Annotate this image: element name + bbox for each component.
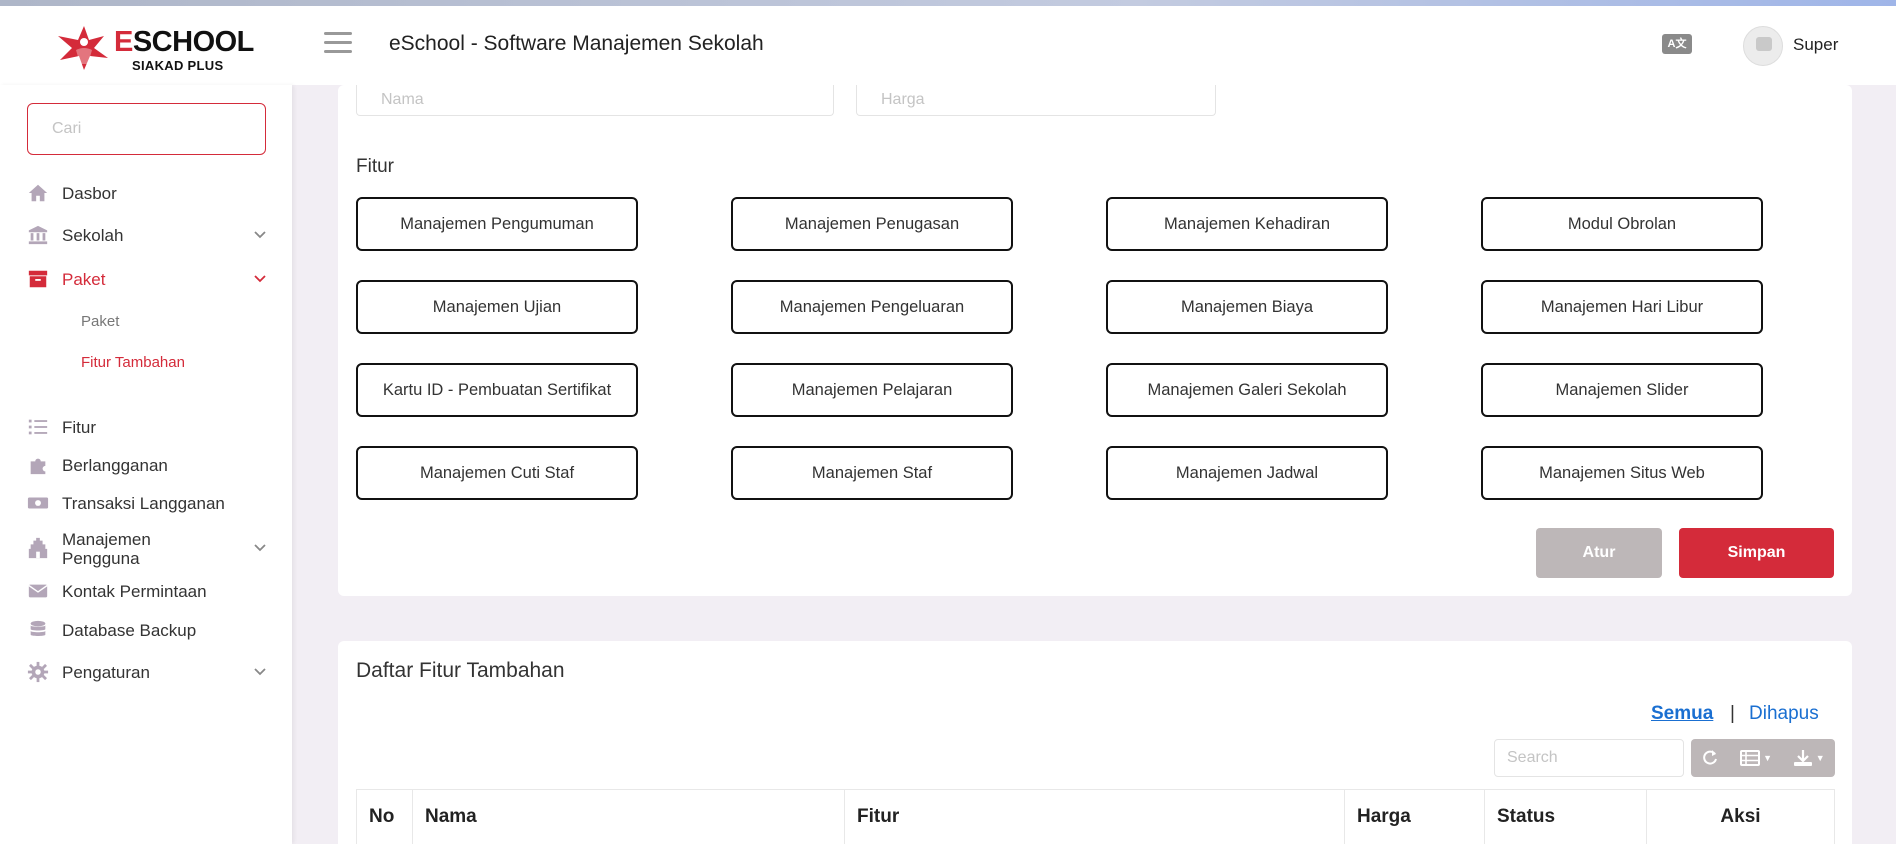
language-icon[interactable]: A文 [1662, 34, 1692, 54]
filter-separator: | [1730, 703, 1735, 724]
sidebar-item-berlangganan[interactable]: Berlangganan [27, 451, 267, 479]
brand-subtitle: SIAKAD PLUS [132, 58, 224, 73]
sidebar: Dasbor Sekolah Paket Paket Fitur Tambaha… [0, 85, 292, 844]
envelope-icon [28, 584, 48, 598]
table-search-input[interactable] [1494, 739, 1684, 777]
chevron-down-icon [254, 275, 266, 283]
download-icon [1793, 750, 1812, 766]
feature-toggle-jadwal[interactable]: Manajemen Jadwal [1106, 446, 1388, 500]
gear-icon [27, 661, 49, 683]
feature-list-card: Daftar Fitur Tambahan Semua | Dihapus ▼ … [338, 641, 1852, 844]
table-columns-icon [1740, 750, 1761, 766]
price-input[interactable] [856, 85, 1216, 116]
features-label: Fitur [356, 156, 394, 177]
export-button[interactable]: ▼ [1793, 749, 1825, 767]
save-button[interactable]: Simpan [1679, 528, 1834, 578]
app-title: eSchool - Software Manajemen Sekolah [389, 32, 764, 55]
table-header: No Nama Fitur Harga Status Aksi [356, 789, 1835, 844]
sidebar-item-label: Fitur [62, 418, 96, 437]
sidebar-subitem-fitur-tambahan[interactable]: Fitur Tambahan [81, 354, 185, 371]
feature-toggle-kartu-id[interactable]: Kartu ID - Pembuatan Sertifikat [356, 363, 638, 417]
column-header-nama[interactable]: Nama [413, 790, 845, 844]
column-header-harga[interactable]: Harga [1345, 790, 1485, 844]
logo-star-icon [58, 26, 108, 70]
columns-toggle-button[interactable]: ▼ [1740, 750, 1772, 766]
avatar[interactable] [1743, 26, 1783, 66]
database-icon [30, 620, 46, 636]
feature-toggle-biaya[interactable]: Manajemen Biaya [1106, 280, 1388, 334]
feature-toggle-penugasan[interactable]: Manajemen Penugasan [731, 197, 1013, 251]
list-title: Daftar Fitur Tambahan [356, 659, 565, 682]
feature-toggle-cuti-staf[interactable]: Manajemen Cuti Staf [356, 446, 638, 500]
feature-toggle-situs-web[interactable]: Manajemen Situs Web [1481, 446, 1763, 500]
archive-icon [28, 270, 48, 288]
sidebar-item-pengaturan[interactable]: Pengaturan [27, 658, 267, 686]
sidebar-item-label: Paket [62, 270, 106, 289]
sidebar-item-label: Manajemen Pengguna [62, 530, 151, 568]
sidebar-item-label: Database Backup [62, 621, 197, 640]
sidebar-item-manajemen-pengguna[interactable]: Manajemen Pengguna [27, 530, 267, 568]
home-icon [28, 184, 48, 202]
brand-rest: SCHOOL [132, 26, 255, 58]
sidebar-item-database-backup[interactable]: Database Backup [27, 616, 267, 644]
feature-toggle-kehadiran[interactable]: Manajemen Kehadiran [1106, 197, 1388, 251]
brand-logo[interactable]: ESCHOOL SIAKAD PLUS [54, 24, 254, 74]
sidebar-item-label: Kontak Permintaan [62, 582, 207, 601]
column-header-aksi[interactable]: Aksi [1647, 790, 1834, 844]
user-name[interactable]: Super [1793, 35, 1838, 55]
sidebar-item-label: Dasbor [62, 184, 117, 203]
feature-toggle-hari-libur[interactable]: Manajemen Hari Libur [1481, 280, 1763, 334]
feature-toggle-obrolan[interactable]: Modul Obrolan [1481, 197, 1763, 251]
sidebar-item-sekolah[interactable]: Sekolah [27, 221, 267, 249]
feature-toggle-slider[interactable]: Manajemen Slider [1481, 363, 1763, 417]
sidebar-item-dasbor[interactable]: Dasbor [27, 179, 267, 207]
money-icon [27, 497, 49, 509]
refresh-button[interactable] [1701, 749, 1719, 767]
sidebar-item-label: Transaksi Langganan [62, 494, 225, 513]
gopuram-icon [28, 537, 48, 559]
brand-name: ESCHOOL [114, 26, 254, 59]
sidebar-subitem-paket[interactable]: Paket [81, 313, 119, 330]
filter-deleted-link[interactable]: Dihapus [1749, 703, 1819, 725]
feature-toggle-staf[interactable]: Manajemen Staf [731, 446, 1013, 500]
column-header-no[interactable]: No [357, 790, 413, 844]
add-feature-form-card: Fitur Manajemen Pengumuman Manajemen Pen… [338, 85, 1852, 596]
sidebar-item-label: Sekolah [62, 226, 124, 245]
sidebar-search-input[interactable] [27, 103, 266, 155]
chevron-down-icon [254, 231, 266, 239]
feature-toggle-galeri[interactable]: Manajemen Galeri Sekolah [1106, 363, 1388, 417]
sidebar-item-paket[interactable]: Paket [27, 265, 267, 293]
column-header-status[interactable]: Status [1485, 790, 1647, 844]
caret-down-icon: ▼ [1763, 753, 1772, 763]
chevron-down-icon [254, 668, 266, 676]
menu-toggle-icon[interactable] [324, 32, 352, 56]
sidebar-item-label: Berlangganan [62, 456, 168, 475]
feature-toggle-pelajaran[interactable]: Manajemen Pelajaran [731, 363, 1013, 417]
sidebar-item-label: Pengaturan [62, 663, 150, 682]
list-icon [28, 419, 48, 435]
bank-icon [28, 225, 48, 245]
refresh-icon [1703, 750, 1718, 765]
feature-toggle-pengeluaran[interactable]: Manajemen Pengeluaran [731, 280, 1013, 334]
sidebar-item-kontak-permintaan[interactable]: Kontak Permintaan [27, 577, 267, 605]
table-toolbar: ▼ ▼ [1691, 739, 1835, 777]
caret-down-icon: ▼ [1815, 753, 1825, 763]
name-input[interactable] [356, 85, 834, 116]
feature-toggle-pengumuman[interactable]: Manajemen Pengumuman [356, 197, 638, 251]
brand-first-letter: E [114, 26, 133, 58]
sidebar-item-label-line2: Pengguna [62, 549, 140, 568]
top-header: ESCHOOL SIAKAD PLUS eSchool - Software M… [0, 6, 1896, 85]
column-header-fitur[interactable]: Fitur [845, 790, 1345, 844]
filter-all-link[interactable]: Semua [1651, 703, 1713, 725]
sidebar-item-fitur[interactable]: Fitur [27, 413, 267, 441]
puzzle-icon [30, 458, 46, 475]
sidebar-item-transaksi-langganan[interactable]: Transaksi Langganan [27, 489, 267, 517]
sidebar-item-label-line1: Manajemen [62, 530, 151, 549]
feature-toggle-ujian[interactable]: Manajemen Ujian [356, 280, 638, 334]
reset-button[interactable]: Atur [1536, 528, 1662, 578]
chevron-down-icon [254, 544, 266, 552]
